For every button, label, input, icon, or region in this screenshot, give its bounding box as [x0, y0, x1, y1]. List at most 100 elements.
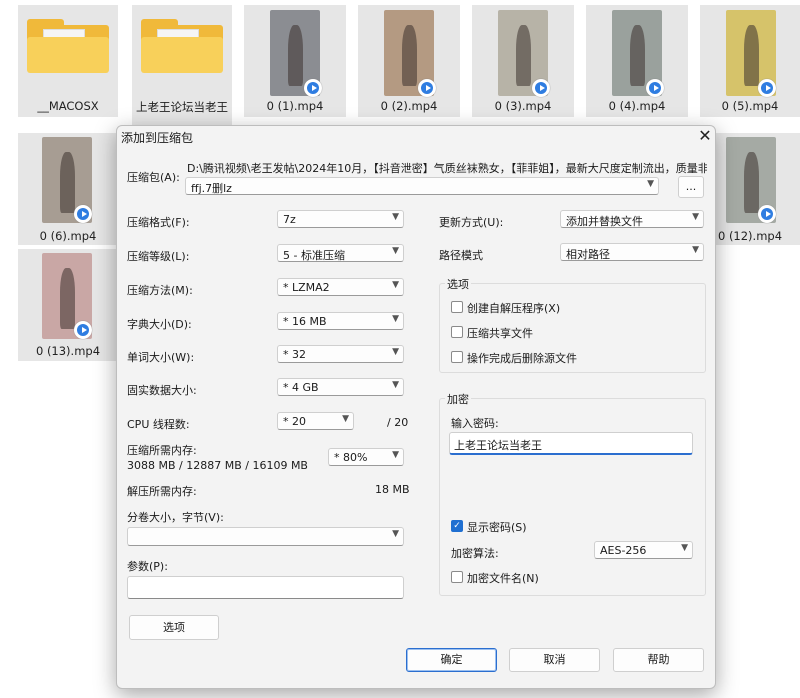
file-name: 0 (1).mp4	[266, 99, 324, 113]
method-label: 压缩方法(M):	[127, 284, 193, 297]
chevron-down-icon: ▼	[342, 414, 349, 424]
file-name: 0 (13).mp4	[35, 344, 101, 358]
path-mode-label: 路径模式	[439, 249, 483, 262]
file-name: 0 (4).mp4	[608, 99, 666, 113]
encrypt-names-label: 加密文件名(N)	[467, 572, 539, 585]
mem-percent-value: * 80%	[334, 451, 368, 464]
file-name: 0 (6).mp4	[39, 229, 97, 243]
shared-files-checkbox[interactable]	[451, 326, 463, 338]
folder-icon	[141, 19, 223, 73]
show-password-checkbox[interactable]: ✓	[451, 520, 463, 532]
chevron-down-icon: ▼	[392, 314, 399, 324]
file-name: 0 (3).mp4	[494, 99, 552, 113]
mem-comp-value: 3088 MB / 12887 MB / 16109 MB	[127, 459, 308, 472]
mem-percent-select[interactable]: * 80% ▼	[328, 448, 404, 466]
mem-decomp-value: 18 MB	[375, 483, 410, 496]
cpu-select[interactable]: * 20 ▼	[277, 412, 354, 430]
encryption-group-title: 加密	[445, 391, 471, 407]
delete-source-checkbox[interactable]	[451, 351, 463, 363]
format-select[interactable]: 7z ▼	[277, 210, 404, 228]
file-tile-video-6[interactable]: 0 (6).mp4	[18, 133, 118, 245]
sfx-label: 创建自解压程序(X)	[467, 302, 561, 315]
archive-name-combo[interactable]: ffj.7删lz ▼	[185, 177, 659, 195]
format-value: 7z	[283, 213, 296, 226]
solid-value: * 4 GB	[283, 381, 319, 394]
dict-label: 字典大小(D):	[127, 318, 192, 331]
params-label: 参数(P):	[127, 560, 168, 573]
method-value: * LZMA2	[283, 281, 330, 294]
add-to-archive-dialog: 添加到压缩包 ✕ 压缩包(A): D:\腾讯视频\老王发帖\2024年10月，【…	[116, 125, 716, 689]
file-tile-video-3[interactable]: 0 (3).mp4	[472, 5, 574, 117]
file-name: 上老王论坛当老王	[136, 100, 228, 114]
video-badge-icon	[74, 321, 92, 339]
chevron-down-icon: ▼	[647, 179, 654, 189]
file-tile-video-1[interactable]: 0 (1).mp4	[244, 5, 346, 117]
file-tile-video-2[interactable]: 0 (2).mp4	[358, 5, 460, 117]
show-password-label: 显示密码(S)	[467, 521, 527, 534]
file-tile-macosx[interactable]: __MACOSX	[18, 5, 118, 117]
update-select[interactable]: 添加并替换文件 ▼	[560, 210, 704, 228]
close-icon[interactable]: ✕	[695, 126, 715, 146]
chevron-down-icon: ▼	[692, 212, 699, 222]
chevron-down-icon: ▼	[392, 347, 399, 357]
chevron-down-icon: ▼	[392, 380, 399, 390]
enc-method-value: AES-256	[600, 544, 647, 557]
password-label: 输入密码:	[451, 417, 499, 430]
delete-source-label: 操作完成后删除源文件	[467, 352, 577, 365]
cpu-value: * 20	[283, 415, 306, 428]
ok-button[interactable]: 确定	[406, 648, 497, 672]
chevron-down-icon: ▼	[692, 245, 699, 255]
split-label: 分卷大小，字节(V):	[127, 511, 224, 524]
folder-icon	[27, 19, 109, 73]
enc-method-label: 加密算法:	[451, 547, 499, 560]
solid-select[interactable]: * 4 GB ▼	[277, 378, 404, 396]
video-badge-icon	[418, 79, 436, 97]
solid-label: 固实数据大小:	[127, 384, 197, 397]
video-badge-icon	[758, 205, 776, 223]
options-group-title: 选项	[445, 276, 471, 292]
path-mode-select[interactable]: 相对路径 ▼	[560, 243, 704, 261]
video-badge-icon	[304, 79, 322, 97]
update-value: 添加并替换文件	[566, 215, 643, 228]
mem-decomp-label: 解压所需内存:	[127, 485, 197, 498]
archive-path: D:\腾讯视频\老王发帖\2024年10月，【抖音泄密】气质丝袜熟女，【菲菲姐】…	[187, 162, 707, 175]
chevron-down-icon: ▼	[392, 280, 399, 290]
video-badge-icon	[74, 205, 92, 223]
browse-button[interactable]: ...	[678, 176, 704, 198]
chevron-down-icon: ▼	[392, 246, 399, 256]
password-input[interactable]: 上老王论坛当老王	[449, 432, 693, 455]
level-select[interactable]: 5 - 标准压缩 ▼	[277, 244, 404, 262]
sfx-checkbox[interactable]	[451, 301, 463, 313]
archive-label: 压缩包(A):	[127, 171, 180, 184]
dict-value: * 16 MB	[283, 315, 327, 328]
dialog-title: 添加到压缩包	[121, 131, 194, 145]
level-label: 压缩等级(L):	[127, 250, 190, 263]
password-value: 上老王论坛当老王	[454, 439, 542, 452]
archive-name-value: ffj.7删lz	[191, 182, 232, 195]
file-tile-video-5[interactable]: 0 (5).mp4	[700, 5, 800, 117]
cancel-button[interactable]: 取消	[509, 648, 600, 672]
video-badge-icon	[532, 79, 550, 97]
video-badge-icon	[646, 79, 664, 97]
options-button[interactable]: 选项	[129, 615, 219, 640]
chevron-down-icon: ▼	[681, 543, 688, 553]
file-tile-folder[interactable]: 上老王论坛当老王	[132, 5, 232, 125]
params-input[interactable]	[127, 576, 404, 599]
shared-files-label: 压缩共享文件	[467, 327, 533, 340]
word-select[interactable]: * 32 ▼	[277, 345, 404, 363]
dict-select[interactable]: * 16 MB ▼	[277, 312, 404, 330]
help-button[interactable]: 帮助	[613, 648, 704, 672]
word-label: 单词大小(W):	[127, 351, 195, 364]
file-tile-video-4[interactable]: 0 (4).mp4	[586, 5, 688, 117]
method-select[interactable]: * LZMA2 ▼	[277, 278, 404, 296]
chevron-down-icon: ▼	[392, 529, 399, 539]
enc-method-select[interactable]: AES-256 ▼	[594, 541, 693, 559]
file-name: 0 (5).mp4	[721, 99, 779, 113]
file-name: 0 (2).mp4	[380, 99, 438, 113]
chevron-down-icon: ▼	[392, 450, 399, 460]
cpu-total: / 20	[387, 416, 409, 429]
file-name: __MACOSX	[37, 99, 99, 113]
split-combo[interactable]: ▼	[127, 527, 404, 546]
file-tile-video-13[interactable]: 0 (13).mp4	[18, 249, 118, 361]
encrypt-names-checkbox[interactable]	[451, 571, 463, 583]
